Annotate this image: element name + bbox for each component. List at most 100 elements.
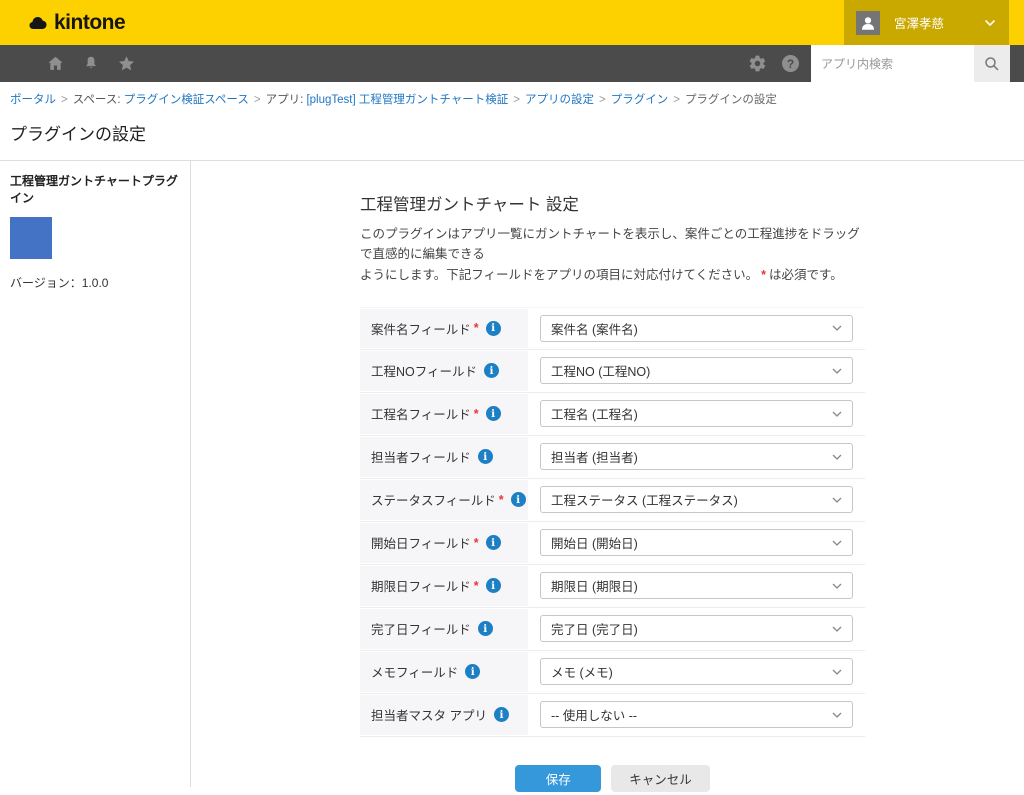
select-chevron-icon xyxy=(832,583,842,589)
required-mark: * xyxy=(474,579,479,593)
user-avatar-icon xyxy=(856,11,880,35)
field-mapping-table: 案件名フィールド * i 案件名 (案件名) 工程NOフィールド i 工程NO … xyxy=(360,307,865,737)
field-select[interactable]: 工程名 (工程名) xyxy=(540,400,853,427)
search-icon xyxy=(983,55,1001,73)
plugin-sidebar: 工程管理ガントチャートプラグイン バージョン：1.0.0 xyxy=(0,161,191,787)
select-chevron-icon xyxy=(832,368,842,374)
field-select-value: 工程名 (工程名) xyxy=(551,404,638,423)
info-icon[interactable]: i xyxy=(486,406,501,421)
field-label: 開始日フィールド xyxy=(371,533,471,552)
settings-panel: 工程管理ガントチャート 設定 このプラグインはアプリ一覧にガントチャートを表示し… xyxy=(191,161,1024,787)
field-label: 完了日フィールド xyxy=(371,619,471,638)
breadcrumb-link[interactable]: [plugTest] 工程管理ガントチャート検証 xyxy=(306,94,508,106)
content: 工程管理ガントチャートプラグイン バージョン：1.0.0 工程管理ガントチャート… xyxy=(0,161,1024,787)
field-select[interactable]: 期限日 (期限日) xyxy=(540,572,853,599)
user-name: 宮澤孝慈 xyxy=(894,13,944,32)
breadcrumb-link[interactable]: アプリの設定 xyxy=(525,94,594,106)
field-select-value: 完了日 (完了日) xyxy=(551,619,638,638)
plugin-name: 工程管理ガントチャートプラグイン xyxy=(10,173,180,207)
kintone-cloud-icon xyxy=(27,14,49,32)
field-select[interactable]: メモ (メモ) xyxy=(540,658,853,685)
breadcrumb-separator: > xyxy=(599,94,606,106)
field-row: ステータスフィールド * i 工程ステータス (工程ステータス) xyxy=(360,479,865,522)
breadcrumb-prefix: スペース: xyxy=(73,94,124,106)
info-icon[interactable]: i xyxy=(494,707,509,722)
breadcrumb-link[interactable]: ポータル xyxy=(10,94,56,106)
plugin-icon xyxy=(10,217,52,259)
notifications-button[interactable] xyxy=(82,54,100,73)
bell-icon xyxy=(82,54,100,73)
favorites-button[interactable] xyxy=(117,54,136,73)
required-mark: * xyxy=(474,407,479,421)
select-chevron-icon xyxy=(832,454,842,460)
info-icon[interactable]: i xyxy=(486,535,501,550)
breadcrumb-link[interactable]: プラグイン検証スペース xyxy=(124,94,249,106)
settings-button[interactable] xyxy=(748,54,767,73)
field-select[interactable]: 完了日 (完了日) xyxy=(540,615,853,642)
breadcrumb-link[interactable]: プラグイン xyxy=(611,94,669,106)
field-label: 工程NOフィールド xyxy=(371,361,477,380)
breadcrumb-prefix: アプリ: xyxy=(266,94,307,106)
field-select-value: 案件名 (案件名) xyxy=(551,319,638,338)
info-icon[interactable]: i xyxy=(478,449,493,464)
field-select[interactable]: 案件名 (案件名) xyxy=(540,315,853,342)
breadcrumb-current: プラグインの設定 xyxy=(685,94,777,106)
plugin-version: バージョン：1.0.0 xyxy=(10,274,180,291)
select-chevron-icon xyxy=(832,497,842,503)
description-line-1: このプラグインはアプリ一覧にガントチャートを表示し、案件ごとの工程進捗をドラッグ… xyxy=(360,227,860,261)
home-button[interactable] xyxy=(46,54,65,73)
field-select[interactable]: 工程NO (工程NO) xyxy=(540,357,853,384)
info-icon[interactable]: i xyxy=(486,578,501,593)
breadcrumb: ポータル > スペース: プラグイン検証スペース > アプリ: [plugTest] 工… xyxy=(0,82,1024,109)
user-menu[interactable]: 宮澤孝慈 xyxy=(844,0,1009,45)
info-icon[interactable]: i xyxy=(486,321,501,336)
field-label: 案件名フィールド xyxy=(371,319,471,338)
app-search xyxy=(811,45,1010,82)
star-icon xyxy=(117,54,136,73)
help-button[interactable]: ? xyxy=(782,55,799,72)
field-label: 工程名フィールド xyxy=(371,404,471,423)
cancel-button[interactable]: キャンセル xyxy=(611,765,710,792)
field-select[interactable]: 開始日 (開始日) xyxy=(540,529,853,556)
info-icon[interactable]: i xyxy=(478,621,493,636)
chevron-down-icon xyxy=(984,19,996,27)
field-label: メモフィールド xyxy=(371,662,458,681)
field-select[interactable]: 担当者 (担当者) xyxy=(540,443,853,470)
field-select-value: 工程NO (工程NO) xyxy=(551,361,650,380)
required-note: は必須です。 xyxy=(769,268,843,282)
field-label: ステータスフィールド xyxy=(371,490,496,509)
field-select[interactable]: 工程ステータス (工程ステータス) xyxy=(540,486,853,513)
field-label: 担当者フィールド xyxy=(371,447,471,466)
app-header: kintone 宮澤孝慈 xyxy=(0,0,1024,45)
field-select-value: 開始日 (開始日) xyxy=(551,533,638,552)
info-icon[interactable]: i xyxy=(465,664,480,679)
field-row: 担当者フィールド i 担当者 (担当者) xyxy=(360,436,865,479)
search-input[interactable] xyxy=(811,45,974,82)
field-select-value: -- 使用しない -- xyxy=(551,705,637,724)
kintone-logo: kintone xyxy=(27,11,125,35)
field-select[interactable]: -- 使用しない -- xyxy=(540,701,853,728)
menu-button[interactable] xyxy=(9,56,29,72)
button-row: 保存 キャンセル xyxy=(360,765,865,792)
field-select-value: メモ (メモ) xyxy=(551,662,613,681)
logo-text: kintone xyxy=(54,11,125,35)
info-icon[interactable]: i xyxy=(484,363,499,378)
field-select-value: 担当者 (担当者) xyxy=(551,447,638,466)
field-row: 案件名フィールド * i 案件名 (案件名) xyxy=(360,307,865,350)
required-mark-note: * xyxy=(761,268,766,282)
home-icon xyxy=(46,54,65,73)
info-icon[interactable]: i xyxy=(511,492,526,507)
field-row: 工程NOフィールド i 工程NO (工程NO) xyxy=(360,350,865,393)
breadcrumb-separator: > xyxy=(513,94,520,106)
field-row: 完了日フィールド i 完了日 (完了日) xyxy=(360,608,865,651)
breadcrumb-separator: > xyxy=(61,94,68,106)
save-button[interactable]: 保存 xyxy=(515,765,601,792)
select-chevron-icon xyxy=(832,540,842,546)
breadcrumb-separator: > xyxy=(673,94,680,106)
field-row: 開始日フィールド * i 開始日 (開始日) xyxy=(360,522,865,565)
search-button[interactable] xyxy=(974,45,1010,82)
field-select-value: 期限日 (期限日) xyxy=(551,576,638,595)
page: kintone 宮澤孝慈 xyxy=(0,0,1024,795)
settings-heading: 工程管理ガントチャート 設定 xyxy=(360,191,1024,215)
required-mark: * xyxy=(474,536,479,550)
